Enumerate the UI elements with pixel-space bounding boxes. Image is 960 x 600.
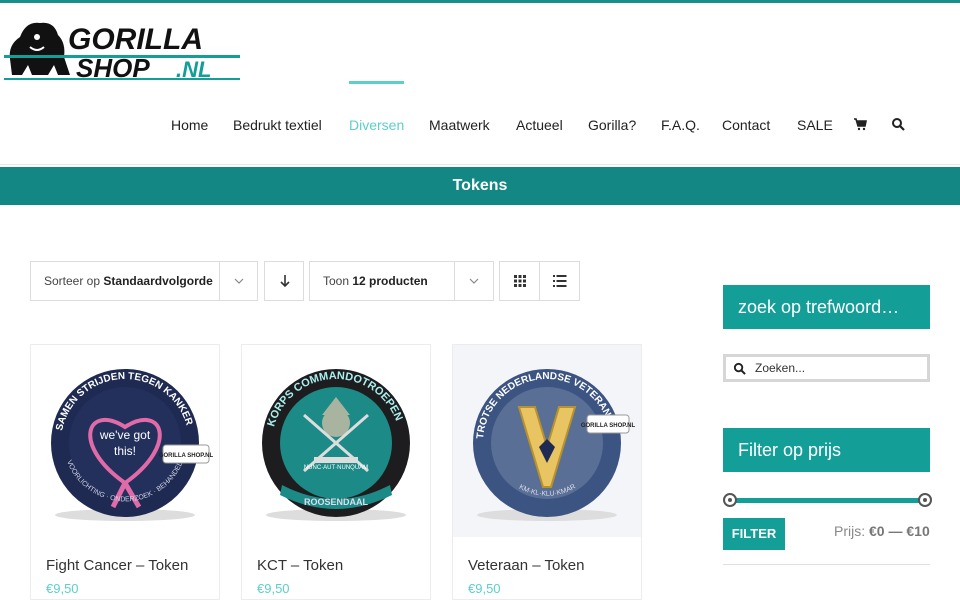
search-widget-title: zoek op trefwoord… bbox=[723, 285, 930, 329]
search-input[interactable]: Zoeken... bbox=[723, 354, 930, 382]
filter-button[interactable]: FILTER bbox=[723, 518, 785, 550]
chevron-down-icon bbox=[469, 278, 479, 284]
product-price: €9,50 bbox=[46, 581, 79, 596]
search-icon bbox=[733, 362, 746, 375]
svg-text:we've got: we've got bbox=[99, 428, 151, 442]
sort-direction-button[interactable] bbox=[264, 261, 304, 301]
grid-icon[interactable] bbox=[514, 275, 526, 287]
svg-text:this!: this! bbox=[114, 444, 136, 458]
svg-text:NUNC·AUT·NUNQUAM: NUNC·AUT·NUNQUAM bbox=[304, 465, 368, 471]
product-name[interactable]: Fight Cancer – Token bbox=[46, 557, 188, 574]
sidebar-divider bbox=[723, 564, 930, 565]
nav-item-contact[interactable]: Contact bbox=[722, 117, 770, 133]
view-toggle bbox=[499, 261, 580, 301]
svg-text:GORILLA: GORILLA bbox=[68, 23, 203, 56]
svg-text:ROOSENDAAL: ROOSENDAAL bbox=[304, 497, 369, 507]
product-card[interactable]: SAMEN STRIJDEN TEGEN KANKER we've got th… bbox=[30, 344, 220, 600]
chevron-down-icon bbox=[234, 278, 244, 284]
nav-item-gorilla[interactable]: Gorilla? bbox=[588, 117, 636, 133]
list-icon[interactable] bbox=[553, 275, 567, 287]
price-range-label: Prijs: €0 — €10 bbox=[834, 523, 930, 539]
product-name[interactable]: KCT – Token bbox=[257, 557, 343, 574]
site-logo[interactable]: GORILLA SHOP .NL bbox=[4, 15, 240, 83]
page-title-bar: Tokens bbox=[0, 167, 960, 205]
nav-item-home[interactable]: Home bbox=[171, 117, 208, 133]
product-image[interactable]: KORPS COMMANDOTROEPEN NUNC·AUT·NUNQUAM R… bbox=[242, 345, 430, 537]
price-filter-title: Filter op prijs bbox=[723, 428, 930, 472]
gorilla-icon: GORILLA SHOP .NL bbox=[4, 22, 240, 83]
show-count-label: Toon 12 producten bbox=[323, 274, 428, 288]
svg-text:SHOP: SHOP bbox=[76, 53, 150, 81]
product-name[interactable]: Veteraan – Token bbox=[468, 557, 584, 574]
svg-text:.NL: .NL bbox=[176, 57, 211, 81]
sort-label: Sorteer op Standaardvolgorde bbox=[44, 274, 213, 288]
price-slider-max-handle[interactable] bbox=[918, 493, 932, 507]
nav-item-diversen[interactable]: Diversen bbox=[349, 117, 404, 133]
search-placeholder: Zoeken... bbox=[755, 361, 806, 375]
arrow-down-icon bbox=[280, 275, 290, 288]
price-slider-min-handle[interactable] bbox=[723, 493, 737, 507]
site-header: GORILLA SHOP .NL Home Bedrukt textiel Di… bbox=[0, 3, 960, 165]
nav-active-indicator bbox=[349, 81, 404, 84]
product-image[interactable]: SAMEN STRIJDEN TEGEN KANKER we've got th… bbox=[31, 345, 219, 537]
nav-item-maatwerk[interactable]: Maatwerk bbox=[429, 117, 490, 133]
svg-text:GORILLA SHOP.NL: GORILLA SHOP.NL bbox=[159, 453, 214, 459]
search-icon[interactable] bbox=[891, 117, 907, 133]
product-price: €9,50 bbox=[468, 581, 501, 596]
nav-item-sale[interactable]: SALE bbox=[797, 117, 833, 133]
page-title: Tokens bbox=[452, 177, 508, 194]
main-navigation: Home Bedrukt textiel Diversen Maatwerk A… bbox=[0, 81, 960, 165]
product-card[interactable]: KORPS COMMANDOTROEPEN NUNC·AUT·NUNQUAM R… bbox=[241, 344, 431, 600]
product-image[interactable]: TROTSE NEDERLANDSE VETERANEN KM·KL·KLU·K… bbox=[453, 345, 641, 537]
sort-dropdown[interactable]: Sorteer op Standaardvolgorde bbox=[30, 261, 258, 301]
product-price: €9,50 bbox=[257, 581, 290, 596]
nav-item-actueel[interactable]: Actueel bbox=[516, 117, 563, 133]
nav-item-faq[interactable]: F.A.Q. bbox=[661, 117, 700, 133]
show-count-dropdown[interactable]: Toon 12 producten bbox=[309, 261, 494, 301]
product-card[interactable]: TROTSE NEDERLANDSE VETERANEN KM·KL·KLU·K… bbox=[452, 344, 642, 600]
price-slider-track[interactable] bbox=[729, 498, 926, 503]
nav-item-bedrukt-textiel[interactable]: Bedrukt textiel bbox=[233, 117, 322, 133]
cart-icon[interactable] bbox=[853, 117, 869, 133]
svg-text:GORILLA SHOP.NL: GORILLA SHOP.NL bbox=[581, 423, 636, 429]
